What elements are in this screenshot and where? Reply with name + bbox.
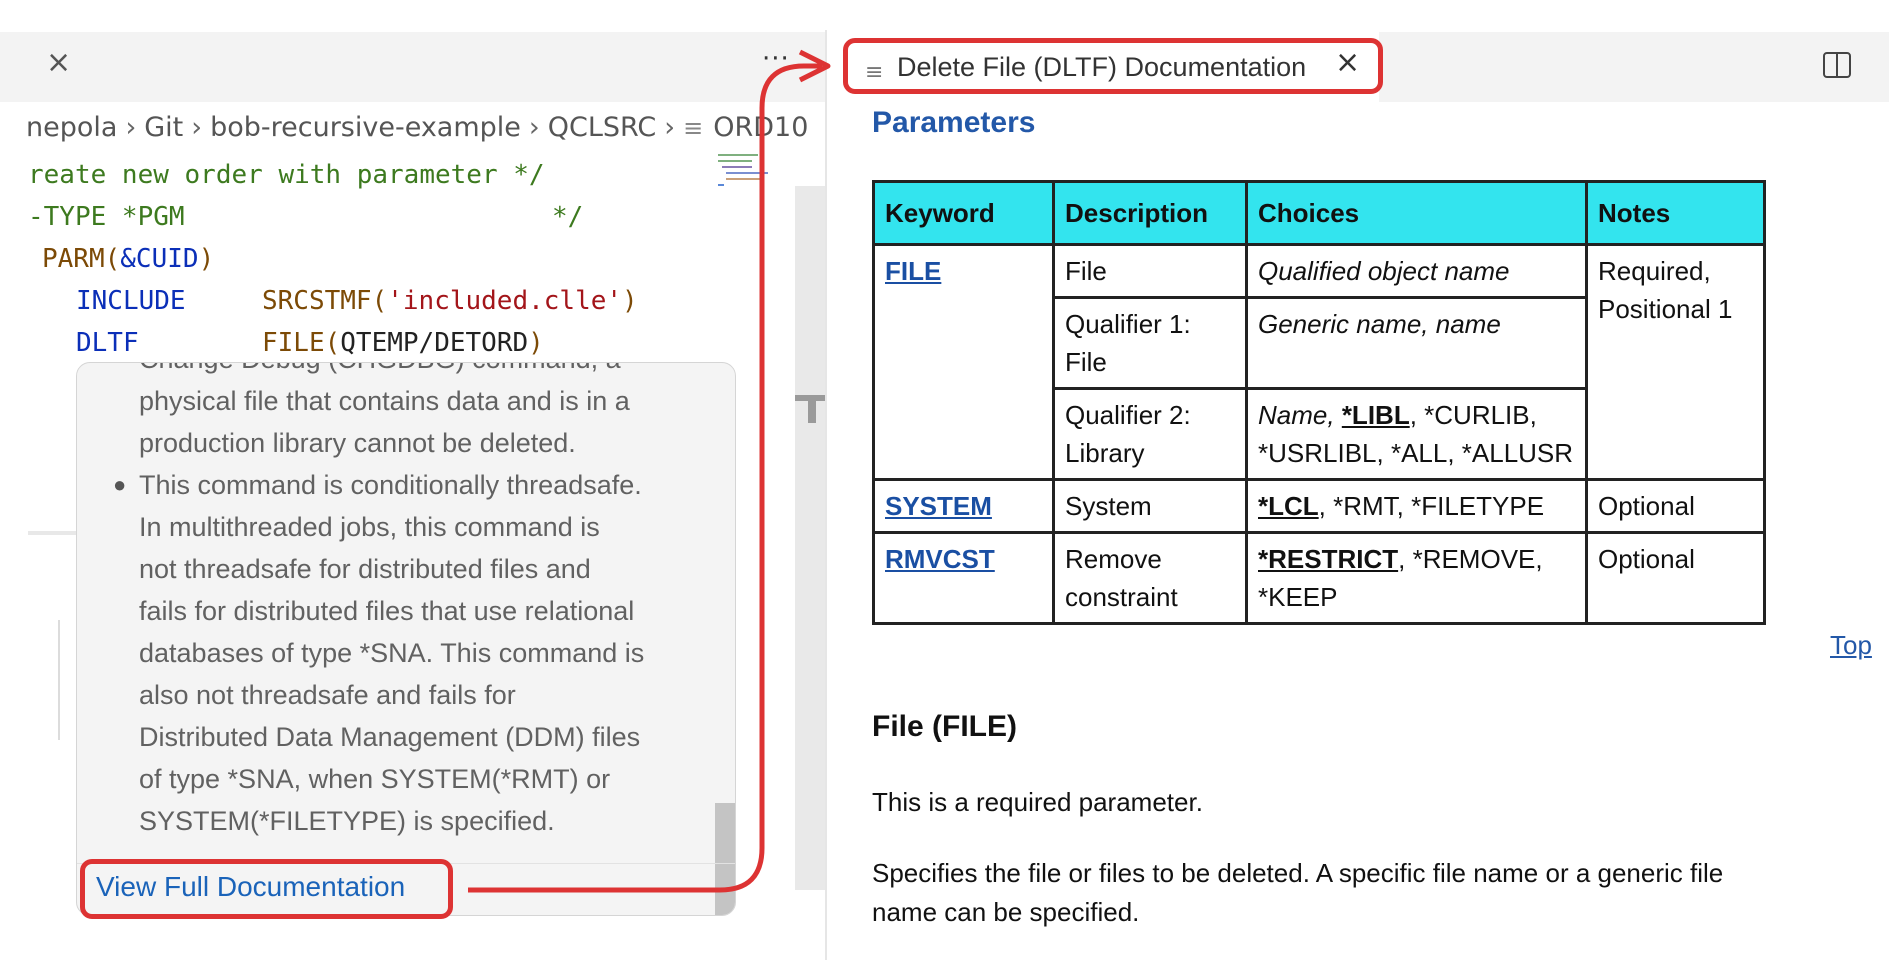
keyword-cell: RMVCST [872,531,1055,625]
keyword-cell: FILE [872,243,1055,481]
table-cell: Optional [1585,478,1766,534]
parameters-heading: Parameters [872,106,1036,139]
bullet-icon: ● [113,472,127,497]
hover-line: fails for distributed files that use rel… [139,596,635,626]
hover-text: Change Debug (CHGDBG) command, a physica… [113,363,699,838]
hover-line: ● This command is conditionally threadsaf… [113,464,699,506]
tab-close-icon[interactable]: × [46,48,71,78]
highlight-box [80,859,453,919]
keyword-link-file[interactable]: FILE [885,256,941,286]
hover-line: of type *SNA, when SYSTEM(*RMT) or [139,764,611,794]
table-row: FILE File Qualified object name Required… [872,243,1766,481]
editor-scrollbar[interactable] [795,186,825,890]
table-cell: Qualified object name [1245,243,1588,299]
code-token: &CUID [120,244,199,274]
breadcrumb-item[interactable]: Git [144,112,183,143]
code-line[interactable]: INCLUDE SRCSTMF('included.clle') [76,286,638,316]
table-cell: Optional [1585,531,1766,625]
hover-line: physical file that contains data and is … [139,386,630,416]
breadcrumb-item[interactable]: nepola [26,112,117,143]
table-cell: Remove constraint [1052,531,1248,625]
hover-line: Change Debug (CHGDBG) command, a [139,363,699,380]
code-line[interactable]: -TYPE *PGM */ [28,202,583,232]
code-token: DLTF [76,328,139,358]
specification-text: Specifies the file or files to be delete… [872,858,1724,927]
hover-line: SYSTEM(*FILETYPE) is specified. [139,806,555,836]
code-line[interactable]: DLTF FILE(QTEMP/DETORD) [76,328,544,358]
indent-guide [58,620,60,740]
editor-tab-bar [0,32,825,102]
breadcrumb-item[interactable]: bob-recursive-example [210,112,521,143]
chevron-right-icon: › [664,112,676,143]
table-cell: System [1052,478,1248,534]
code-token: INCLUDE [76,286,186,316]
highlight-box [843,38,1383,94]
code-line[interactable]: PARM(&CUID) [42,246,214,272]
code-token: FILE(QTEMP/DETORD) [262,328,544,358]
hover-line: also not threadsafe and fails for [139,680,516,710]
hover-line: In multithreaded jobs, this command is [139,512,600,542]
keyword-link-system[interactable]: SYSTEM [885,491,992,521]
code-token: -TYPE *PGM [28,202,185,232]
column-header: Keyword [872,180,1055,246]
chevron-right-icon: › [191,112,203,143]
code-token: SRCSTMF('included.clle') [262,286,638,316]
hover-scrollbar[interactable] [715,803,735,915]
split-editor-icon[interactable] [1823,52,1851,78]
breadcrumb-item[interactable]: QCLSRC [548,112,657,143]
editor-pane: × ··· nepola › Git › bob-recursive-example › Q… [0,0,825,960]
code-token: ) [198,244,215,274]
scrollbar-marker [808,401,816,423]
top-link[interactable]: Top [1830,630,1872,661]
file-lines-icon: ≡ [683,114,704,142]
more-actions-icon[interactable]: ··· [762,44,790,74]
parameters-table: Keyword Description Choices Notes FILE F… [872,180,1766,625]
hover-line: not threadsafe for distributed files and [139,554,591,584]
table-cell: File [1052,243,1248,299]
table-cell: Qualifier 1: File [1052,296,1248,390]
table-cell: Qualifier 2: Library [1052,387,1248,481]
keyword-link-rmvcst[interactable]: RMVCST [885,544,995,574]
keyword-cell: SYSTEM [872,478,1055,534]
table-cell: Generic name, name [1245,296,1588,390]
code-token: PARM( [42,244,121,274]
column-header: Notes [1585,180,1766,246]
hover-content: Change Debug (CHGDBG) command, a physica… [77,363,707,838]
table-row: SYSTEM System *LCL, *RMT, *FILETYPE Opti… [872,478,1766,534]
table-cell: *LCL, *RMT, *FILETYPE [1245,478,1588,534]
file-section-heading: File (FILE) [872,710,1017,743]
hover-line: databases of type *SNA. This command is [139,638,645,668]
required-text: This is a required parameter. [872,787,1203,817]
code-line[interactable]: reate new order with parameter */ [28,162,545,188]
hover-line: production library cannot be deleted. [139,428,576,458]
table-cell: Name, *LIBL, *CURLIB, *USRLIBL, *ALL, *A… [1245,387,1588,481]
hover-line: Distributed Data Management (DDM) files [139,722,641,752]
chevron-right-icon: › [125,112,137,143]
code-token: */ [552,202,584,232]
column-header: Choices [1245,180,1588,246]
table-row: RMVCST Remove constraint *RESTRICT, *REM… [872,531,1766,625]
table-cell: Required, Positional 1 [1585,243,1766,481]
documentation-pane: ≡ Delete File (DLTF) Documentation × Par… [827,0,1889,960]
breadcrumb: nepola › Git › bob-recursive-example › QCLSRC ›… [26,112,808,143]
column-header: Description [1052,180,1248,246]
table-header-row: Keyword Description Choices Notes [872,180,1766,246]
chevron-right-icon: › [528,112,540,143]
minimap[interactable] [718,152,778,192]
table-cell: *RESTRICT, *REMOVE, *KEEP [1245,531,1588,625]
hover-documentation-popup[interactable]: Change Debug (CHGDBG) command, a physica… [76,362,736,916]
breadcrumb-file[interactable]: ORD10 [713,112,808,143]
